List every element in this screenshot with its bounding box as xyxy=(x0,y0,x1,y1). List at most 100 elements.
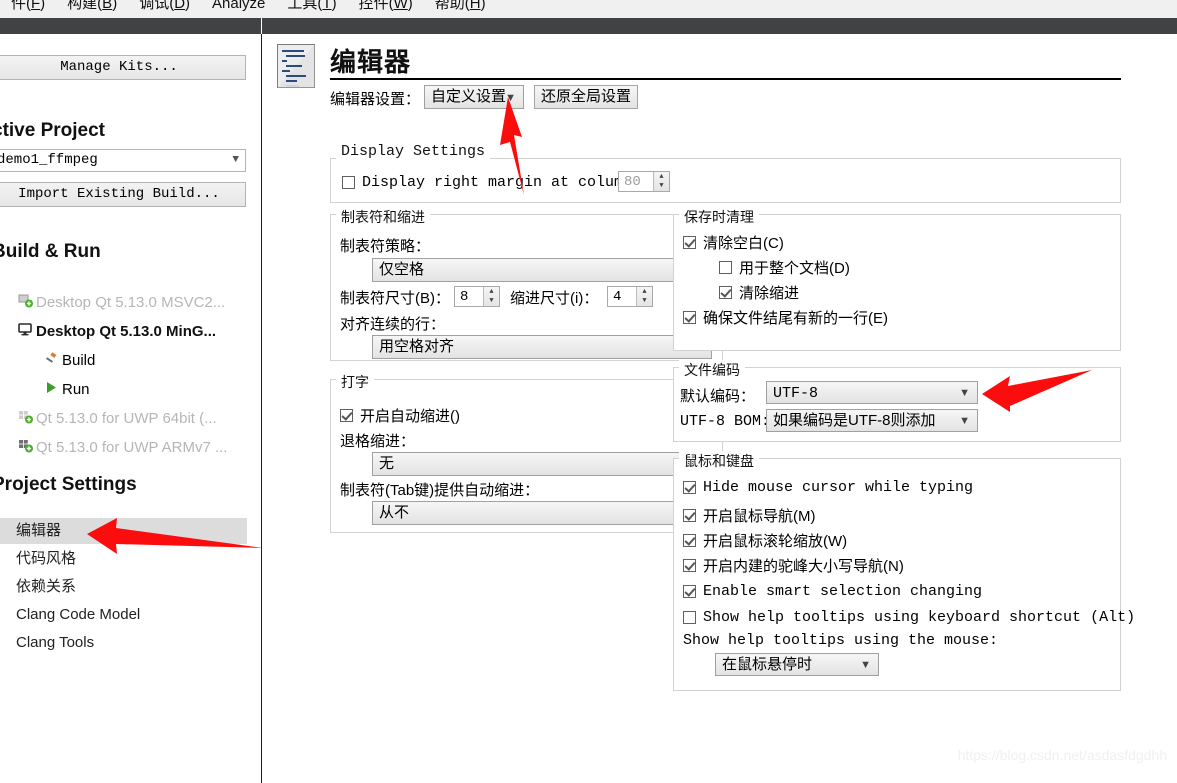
checkbox-label: Hide mouse cursor while typing xyxy=(703,479,974,496)
sidebar-kit-uwparm[interactable]: Qt 5.13.0 for UWP ARMv7 ... xyxy=(14,438,227,456)
checkbox-box xyxy=(683,509,696,522)
clean-whitespace-checkbox[interactable]: 清除空白(C) xyxy=(683,232,784,253)
menu-item-1[interactable]: 构建(B) xyxy=(56,0,128,18)
menu-item-2[interactable]: 调试(D) xyxy=(128,0,201,18)
spinner-value: 80 xyxy=(624,173,641,190)
spinner-value: 4 xyxy=(613,288,622,305)
checkbox-label: 清除缩进 xyxy=(739,285,800,302)
active-project-combo[interactable]: demo1_ffmpeg ▼ xyxy=(0,149,246,172)
spinner-value: 8 xyxy=(460,288,469,305)
editor-settings-value: 自定义设置 xyxy=(431,88,507,105)
import-existing-build-button[interactable]: Import Existing Build... xyxy=(0,182,246,207)
play-icon xyxy=(40,380,62,398)
sidebar-item-editor[interactable]: 编辑器 xyxy=(0,518,247,544)
spinner-down-icon: ▼ xyxy=(659,182,664,191)
uwp-kit-icon xyxy=(14,409,36,427)
uwp-kit-icon xyxy=(14,438,36,456)
default-encoding-combo[interactable]: UTF-8 ▼ xyxy=(766,381,978,404)
checkbox-box xyxy=(683,481,696,494)
sidebar-kit-mingw[interactable]: Desktop Qt 5.13.0 MinG... xyxy=(14,322,216,340)
sidebar-kit-run[interactable]: Run xyxy=(40,380,90,398)
checkbox-box xyxy=(340,409,353,422)
checkbox-box xyxy=(683,311,696,324)
hide-cursor-typing-checkbox[interactable]: Hide mouse cursor while typing xyxy=(683,479,973,496)
monitor-icon xyxy=(14,322,36,340)
chevron-down-icon: ▼ xyxy=(959,415,970,427)
kit-label: Qt 5.13.0 for UWP ARMv7 ... xyxy=(36,438,228,456)
editor-settings-combo[interactable]: 自定义设置 ▼ xyxy=(424,85,524,109)
hammer-icon xyxy=(40,351,62,369)
align-continuation-label: 对齐连续的行： xyxy=(340,316,446,333)
sidebar-kit-msvc[interactable]: Desktop Qt 5.13.0 MSVC2... xyxy=(14,293,225,311)
tab-size-spinner[interactable]: 8 ▲ ▼ xyxy=(454,286,500,307)
spinner-buttons[interactable]: ▲ ▼ xyxy=(483,287,499,306)
backspace-indent-combo[interactable]: 无 ▼ xyxy=(372,452,712,476)
kit-label: Desktop Qt 5.13.0 MinG... xyxy=(36,322,217,340)
mouse-navigation-checkbox[interactable]: 开启鼠标导航(M) xyxy=(683,505,816,526)
align-continuation-combo[interactable]: 用空格对齐 ▼ xyxy=(372,335,712,359)
sidebar: Manage Kits... ctive Project demo1_ffmpe… xyxy=(0,34,261,783)
tab-policy-value: 仅空格 xyxy=(379,261,425,278)
default-encoding-label: 默认编码： xyxy=(680,389,756,406)
checkbox-box xyxy=(683,585,696,598)
tabkey-indent-value: 从不 xyxy=(379,504,410,521)
editor-document-icon xyxy=(277,44,315,88)
sidebar-kit-uwp64[interactable]: Qt 5.13.0 for UWP 64bit (... xyxy=(14,409,217,427)
right-margin-column-spinner[interactable]: 80 ▲ ▼ xyxy=(618,171,670,192)
spinner-buttons[interactable]: ▲ ▼ xyxy=(653,172,669,191)
indent-size-label: 缩进尺寸(i)： xyxy=(510,290,599,307)
sidebar-item-clang-code-model[interactable]: Clang Code Model xyxy=(0,602,247,628)
smart-selection-checkbox[interactable]: Enable smart selection changing xyxy=(683,583,982,600)
spinner-buttons[interactable]: ▲ ▼ xyxy=(636,287,652,306)
scroll-wheel-zoom-checkbox[interactable]: 开启鼠标滚轮缩放(W) xyxy=(683,530,847,551)
checkbox-label: 开启内建的驼峰大小写导航(N) xyxy=(703,558,904,575)
in-entire-document-checkbox[interactable]: 用于整个文档(D) xyxy=(719,257,850,278)
manage-kits-button[interactable]: Manage Kits... xyxy=(0,55,246,80)
checkbox-box xyxy=(683,236,696,249)
clean-indentation-checkbox[interactable]: 清除缩进 xyxy=(719,282,799,303)
indent-size-spinner[interactable]: 4 ▲ ▼ xyxy=(607,286,653,307)
desktop-kit-icon xyxy=(14,293,36,311)
kit-label: Run xyxy=(62,380,90,398)
ensure-newline-checkbox[interactable]: 确保文件结尾有新的一行(E) xyxy=(683,307,888,328)
checkbox-label: 开启鼠标滚轮缩放(W) xyxy=(703,533,848,550)
tab-policy-combo[interactable]: 仅空格 ▼ xyxy=(372,258,712,282)
checkbox-label: 用于整个文档(D) xyxy=(739,260,850,277)
sidebar-item-code-style[interactable]: 代码风格 xyxy=(0,546,247,572)
sidebar-item-clang-tools[interactable]: Clang Tools xyxy=(0,630,247,656)
restore-global-settings-button[interactable]: 还原全局设置 xyxy=(534,85,638,109)
build-run-heading: Build & Run xyxy=(0,241,101,262)
checkbox-box xyxy=(719,261,732,274)
menu-bar: 件(F) 构建(B) 调试(D) Analyze 工具(T) 控件(W) 帮助(H) xyxy=(0,0,1177,18)
sidebar-kit-build[interactable]: Build xyxy=(40,351,95,369)
auto-indent-checkbox[interactable]: 开启自动缩进() xyxy=(340,405,460,426)
menu-item-5[interactable]: 控件(W) xyxy=(348,0,424,18)
help-tooltips-shortcut-checkbox[interactable]: Show help tooltips using keyboard shortc… xyxy=(683,609,1135,626)
mouse-keyboard-title: 鼠标和键盘 xyxy=(679,451,759,471)
checkbox-label: 确保文件结尾有新的一行(E) xyxy=(703,310,888,327)
display-right-margin-checkbox[interactable]: Display right margin at column: xyxy=(342,174,641,191)
checkbox-box xyxy=(342,176,355,189)
menu-item-0[interactable]: 件(F) xyxy=(0,0,56,18)
editor-settings-label: 编辑器设置： xyxy=(330,92,421,109)
menu-item-4[interactable]: 工具(T) xyxy=(276,0,347,18)
title-underline xyxy=(330,78,1121,80)
spinner-up-icon: ▲ xyxy=(642,287,647,296)
utf8-bom-label: UTF-8 BOM: xyxy=(680,413,771,430)
menu-item-3[interactable]: Analyze xyxy=(201,0,276,18)
camel-case-navigation-checkbox[interactable]: 开启内建的驼峰大小写导航(N) xyxy=(683,555,904,576)
spinner-up-icon: ▲ xyxy=(659,172,664,181)
toolbar-strip xyxy=(0,18,1177,34)
tabkey-indent-combo[interactable]: 从不 ▼ xyxy=(372,501,712,525)
checkbox-label: 清除空白(C) xyxy=(703,235,784,252)
kit-label: Qt 5.13.0 for UWP 64bit (... xyxy=(36,409,217,427)
checkbox-box xyxy=(683,559,696,572)
active-project-value: demo1_ffmpeg xyxy=(0,152,98,168)
tab-policy-label: 制表符策略： xyxy=(340,238,431,255)
utf8-bom-value: 如果编码是UTF-8则添加 xyxy=(773,412,936,429)
tooltip-mouse-combo[interactable]: 在鼠标悬停时 ▼ xyxy=(715,653,879,676)
sidebar-item-dependencies[interactable]: 依赖关系 xyxy=(0,574,247,600)
menu-item-6[interactable]: 帮助(H) xyxy=(424,0,497,18)
checkbox-label: Enable smart selection changing xyxy=(703,583,983,600)
utf8-bom-combo[interactable]: 如果编码是UTF-8则添加 ▼ xyxy=(766,409,978,432)
